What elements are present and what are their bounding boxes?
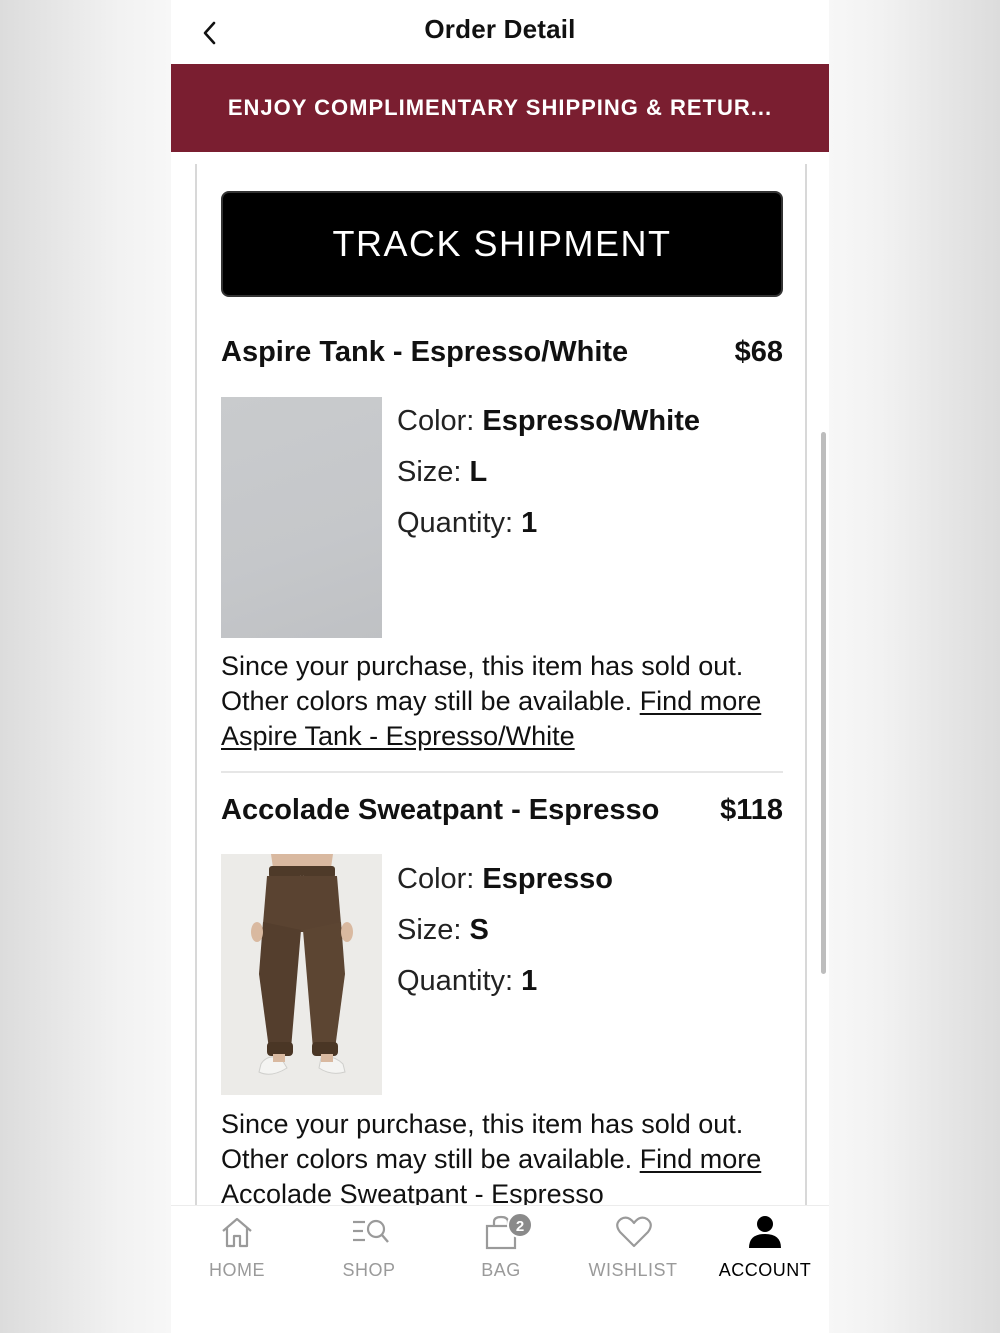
heart-icon bbox=[616, 1216, 652, 1248]
item-price: $68 bbox=[734, 336, 783, 368]
item-name[interactable]: Accolade Sweatpant - Espresso bbox=[221, 794, 659, 827]
divider bbox=[221, 771, 783, 773]
item-size: Size: L bbox=[397, 456, 488, 488]
item-attributes: Color: Espresso/White Size: L Quantity: … bbox=[397, 399, 700, 552]
item-quantity: Quantity: 1 bbox=[397, 965, 538, 997]
order-item: Aspire Tank - Espresso/White $68 Color: … bbox=[221, 336, 783, 751]
bag-count-badge: 2 bbox=[507, 1212, 533, 1238]
tab-shop[interactable]: SHOP bbox=[303, 1206, 435, 1306]
order-item: Accolade Sweatpant - Espresso $118 Color… bbox=[221, 794, 783, 1205]
account-icon bbox=[749, 1216, 781, 1248]
sold-out-note: Since your purchase, this item has sold … bbox=[221, 1107, 783, 1205]
shop-search-icon bbox=[353, 1219, 389, 1243]
scrollbar[interactable] bbox=[821, 432, 826, 974]
page-title: Order Detail bbox=[424, 14, 576, 44]
product-image[interactable] bbox=[221, 854, 382, 1095]
app-screen: Order Detail ENJOY COMPLIMENTARY SHIPPIN… bbox=[171, 0, 829, 1333]
product-image-placeholder[interactable] bbox=[221, 397, 382, 638]
tab-bag[interactable]: 2 BAG bbox=[435, 1206, 567, 1306]
order-content: TRACK SHIPMENT Aspire Tank - Espresso/Wh… bbox=[195, 164, 807, 1205]
track-shipment-button[interactable]: TRACK SHIPMENT bbox=[221, 191, 783, 297]
item-header: Aspire Tank - Espresso/White $68 bbox=[221, 336, 783, 386]
item-quantity: Quantity: 1 bbox=[397, 507, 538, 539]
item-size: Size: S bbox=[397, 914, 489, 946]
item-name[interactable]: Aspire Tank - Espresso/White bbox=[221, 336, 628, 369]
item-header: Accolade Sweatpant - Espresso $118 bbox=[221, 794, 783, 844]
tab-account[interactable]: ACCOUNT bbox=[699, 1206, 829, 1306]
home-icon bbox=[222, 1217, 252, 1248]
promo-banner[interactable]: ENJOY COMPLIMENTARY SHIPPING & RETUR... bbox=[171, 64, 829, 152]
item-color: Color: Espresso/White bbox=[397, 405, 700, 437]
top-bar: Order Detail bbox=[171, 0, 829, 64]
item-attributes: Color: Espresso Size: S Quantity: 1 bbox=[397, 857, 613, 1010]
tab-home[interactable]: HOME bbox=[171, 1206, 303, 1306]
tab-wishlist[interactable]: WISHLIST bbox=[567, 1206, 699, 1306]
bottom-tab-bar: HOME SHOP 2 BAG WISHLIST ACCOUNT bbox=[171, 1205, 829, 1333]
item-price: $118 bbox=[720, 794, 783, 826]
sweatpant-model-image bbox=[221, 854, 382, 1095]
sold-out-note: Since your purchase, this item has sold … bbox=[221, 651, 762, 751]
item-color: Color: Espresso bbox=[397, 863, 613, 895]
